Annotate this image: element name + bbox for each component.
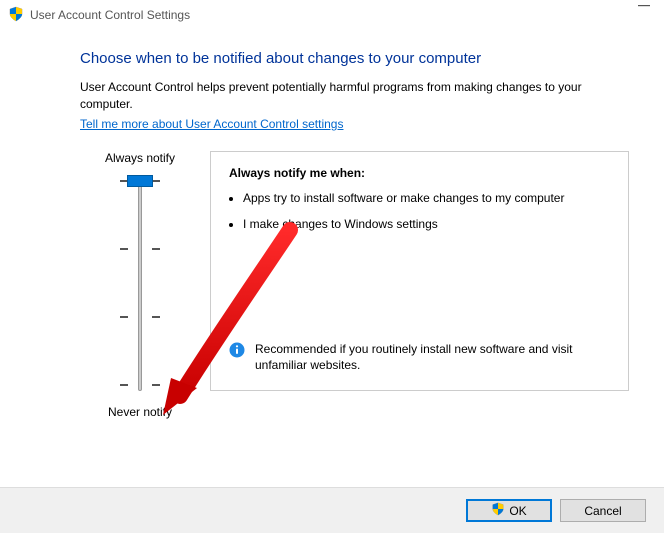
- slider-column: Always notify Never notify: [80, 151, 200, 419]
- slider-track: [138, 175, 142, 391]
- dialog-button-bar: OK Cancel: [0, 487, 664, 533]
- info-bullet: I make changes to Windows settings: [243, 216, 610, 232]
- slider-tick: [120, 248, 128, 250]
- uac-shield-icon: [8, 6, 24, 25]
- recommendation-row: Recommended if you routinely install new…: [229, 341, 610, 373]
- slider-tick: [152, 384, 160, 386]
- page-description: User Account Control helps prevent poten…: [80, 79, 629, 113]
- notification-slider[interactable]: [80, 175, 200, 395]
- content-area: Choose when to be notified about changes…: [0, 30, 664, 419]
- info-icon: [229, 342, 245, 362]
- minimize-button[interactable]: [638, 10, 652, 12]
- slider-label-top: Always notify: [80, 151, 200, 165]
- info-panel-title: Always notify me when:: [229, 166, 610, 180]
- info-panel: Always notify me when: Apps try to insta…: [210, 151, 629, 391]
- ok-button-label: OK: [509, 504, 526, 518]
- slider-thumb[interactable]: [127, 175, 153, 187]
- slider-tick: [152, 180, 160, 182]
- ok-button[interactable]: OK: [466, 499, 552, 522]
- titlebar: User Account Control Settings: [0, 0, 664, 30]
- slider-tick: [120, 316, 128, 318]
- window-title: User Account Control Settings: [30, 8, 190, 22]
- main-area: Always notify Never notify Always notify…: [80, 151, 629, 419]
- slider-tick: [120, 384, 128, 386]
- recommendation-text: Recommended if you routinely install new…: [255, 341, 610, 373]
- page-heading: Choose when to be notified about changes…: [80, 50, 629, 67]
- learn-more-link[interactable]: Tell me more about User Account Control …: [80, 117, 343, 131]
- cancel-button-label: Cancel: [584, 504, 621, 518]
- slider-label-bottom: Never notify: [80, 405, 200, 419]
- info-bullet: Apps try to install software or make cha…: [243, 190, 610, 206]
- info-panel-list: Apps try to install software or make cha…: [243, 190, 610, 232]
- cancel-button[interactable]: Cancel: [560, 499, 646, 522]
- uac-shield-icon: [491, 502, 505, 519]
- slider-tick: [152, 316, 160, 318]
- slider-tick: [152, 248, 160, 250]
